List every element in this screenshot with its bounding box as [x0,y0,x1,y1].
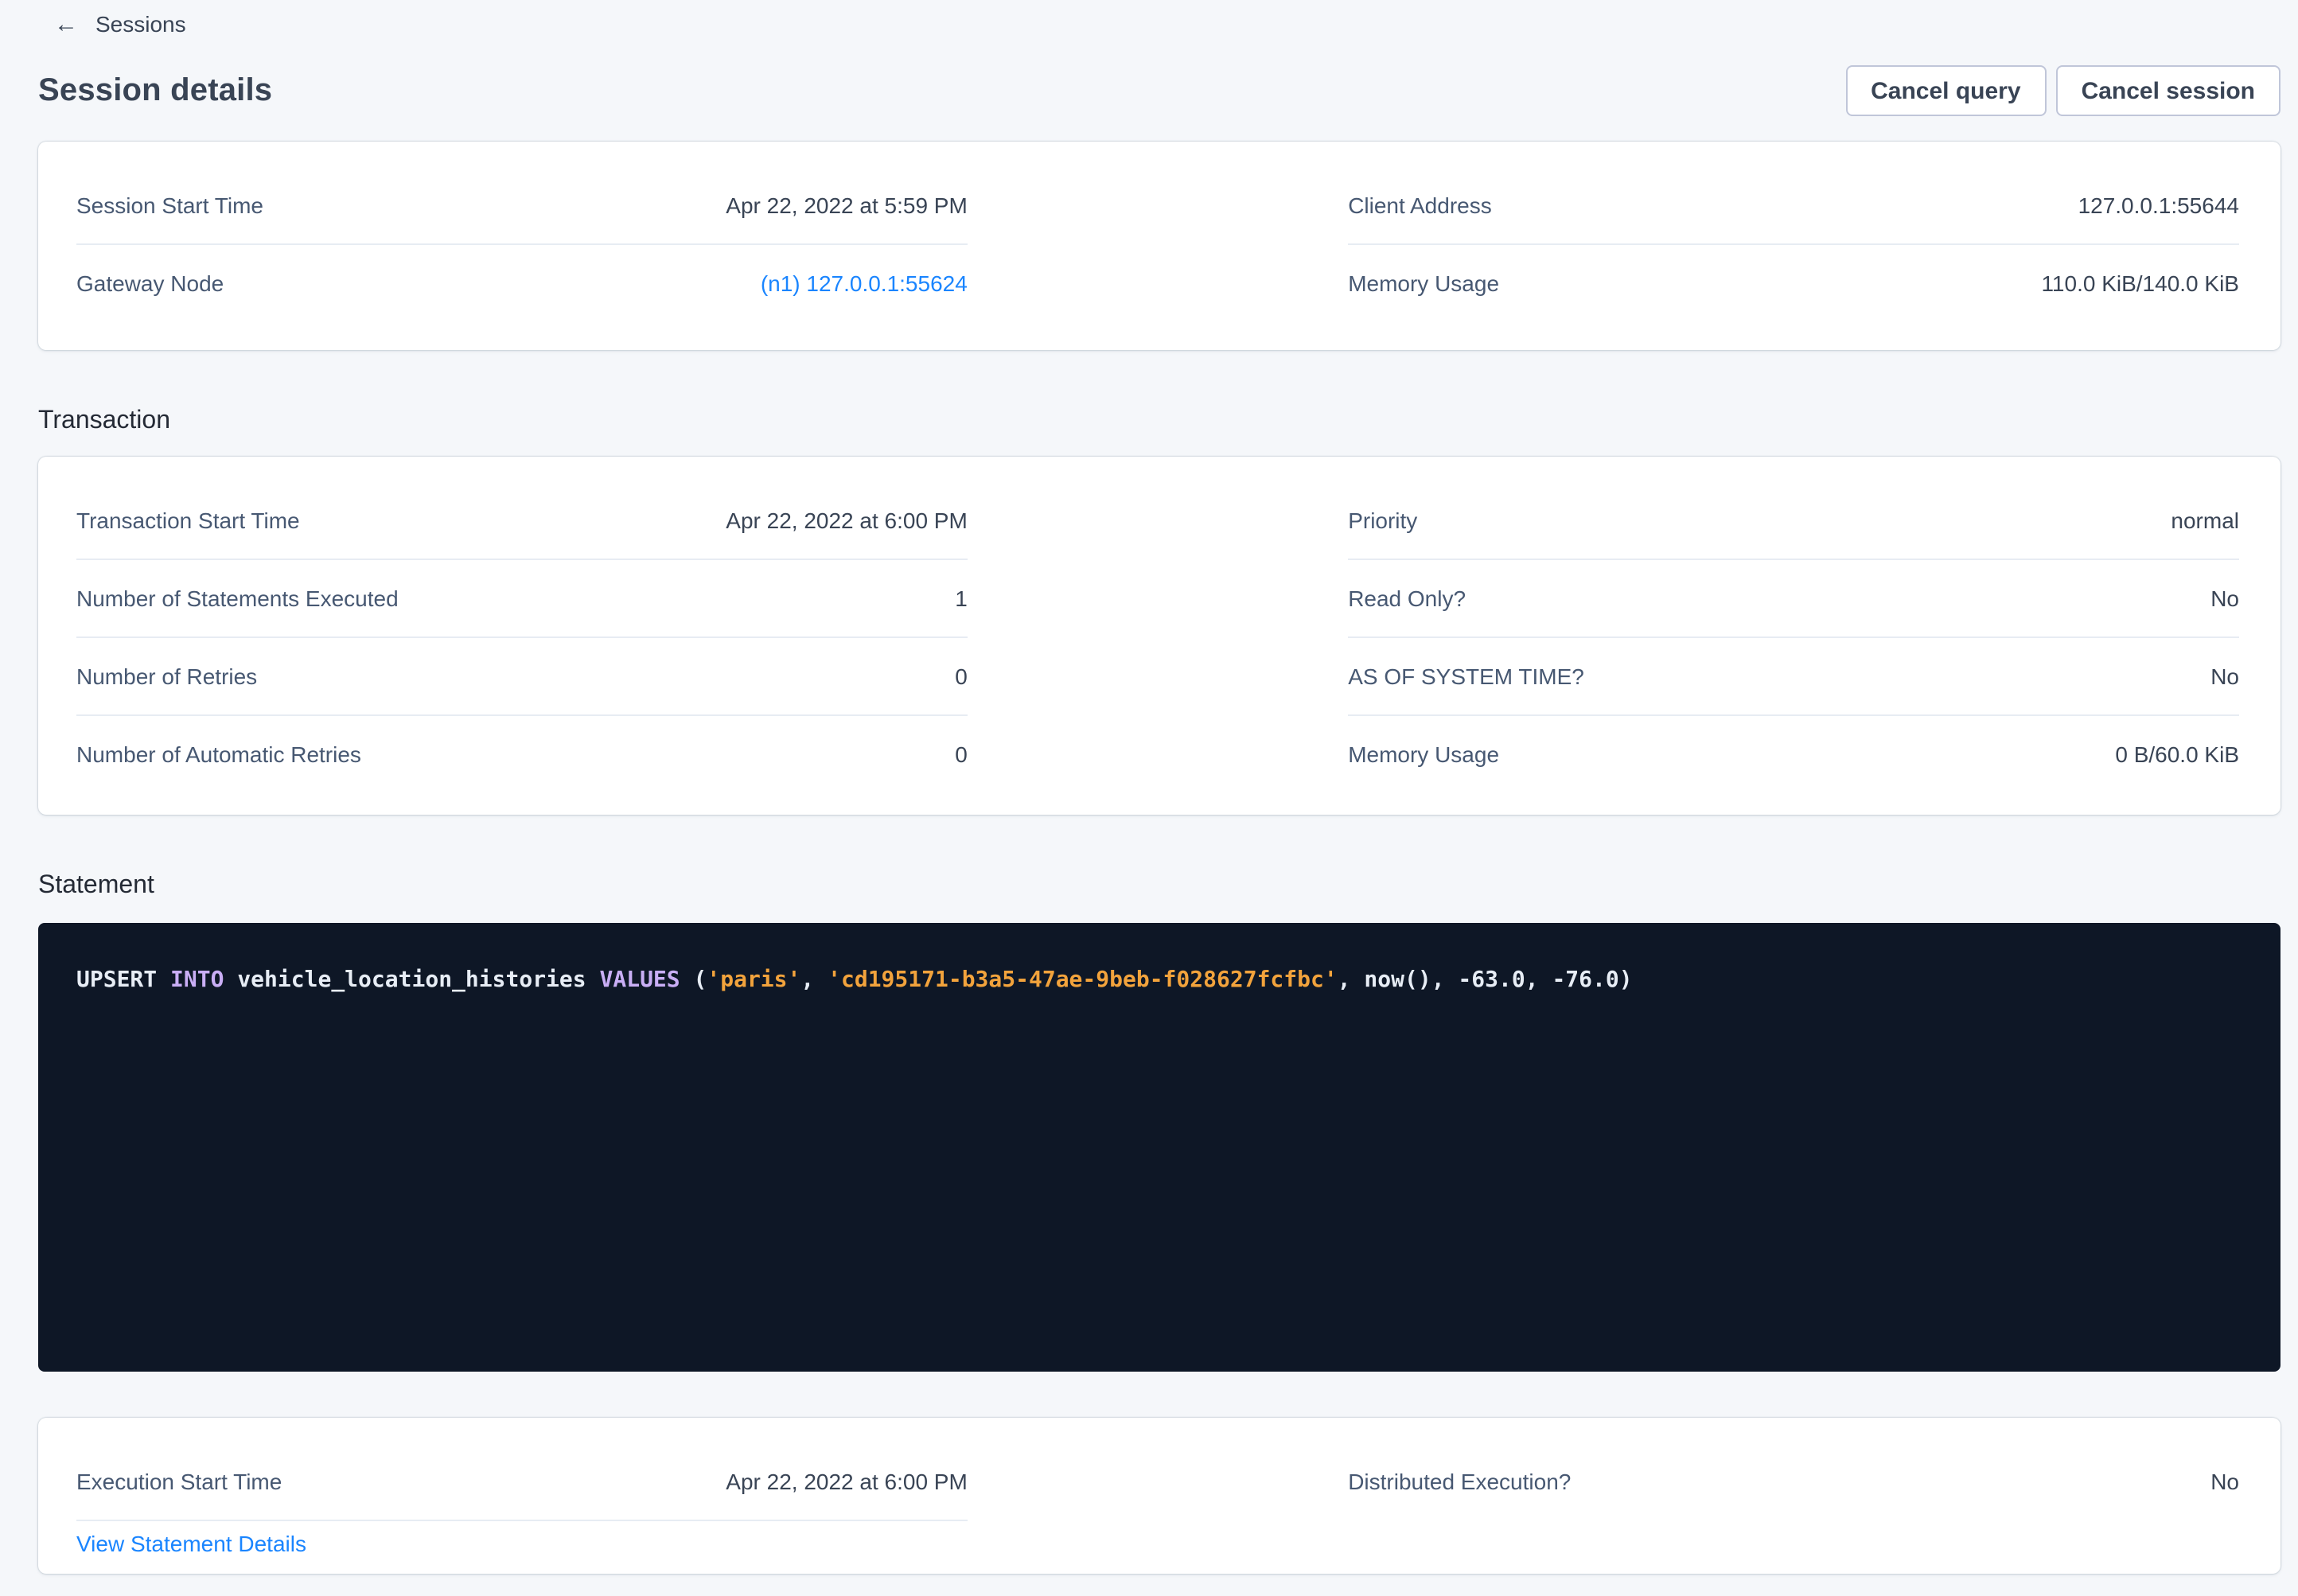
row-label: Session Start Time [76,193,263,218]
divider [76,1520,968,1521]
execution-card-right-column: Distributed Execution? No [1348,1443,2239,1574]
breadcrumb[interactable]: ← Sessions [54,11,186,37]
row-value: 0 B/60.0 KiB [2115,742,2239,767]
summary-row: Number of Automatic Retries 0 [76,716,968,792]
transaction-card-left-column: Transaction Start Time Apr 22, 2022 at 6:… [76,482,968,815]
sql-token: , [800,967,828,993]
row-label: Priority [1348,508,1417,533]
summary-row: Memory Usage 0 B/60.0 KiB [1348,716,2239,792]
row-value: Apr 22, 2022 at 5:59 PM [726,193,968,218]
summary-row: Execution Start Time Apr 22, 2022 at 6:00… [76,1443,968,1520]
row-label: Number of Automatic Retries [76,742,361,767]
header-actions: Cancel query Cancel session [1845,65,2280,116]
sql-token: VALUES [600,967,680,993]
summary-row: Distributed Execution? No [1348,1443,2239,1520]
summary-row: Priority normal [1348,482,2239,559]
execution-card-left-column: Execution Start Time Apr 22, 2022 at 6:00… [76,1443,968,1574]
row-value: 127.0.0.1:55644 [2078,193,2239,218]
session-summary-card: Session Start Time Apr 22, 2022 at 5:59 P… [38,142,2280,350]
row-value: Apr 22, 2022 at 6:00 PM [726,508,968,533]
row-value: 0 [955,742,968,767]
row-value: 0 [955,664,968,689]
summary-row: Number of Retries 0 [76,638,968,714]
back-arrow-icon: ← [54,12,78,36]
row-value: Apr 22, 2022 at 6:00 PM [726,1469,968,1494]
row-value: normal [2171,508,2239,533]
summary-row: Read Only? No [1348,560,2239,636]
sql-token: UPSERT [76,967,170,993]
row-label: Memory Usage [1348,742,1499,767]
sql-token: INTO [170,967,224,993]
row-value: No [2210,586,2239,611]
row-value: 110.0 KiB/140.0 KiB [2041,271,2239,296]
sql-token: 'cd195171-b3a5-47ae-9beb-f028627fcfbc' [828,967,1338,993]
summary-row: Number of Statements Executed 1 [76,560,968,636]
view-statement-details-link[interactable]: View Statement Details [76,1531,306,1556]
breadcrumb-sessions-label: Sessions [95,11,186,37]
session-card-left-column: Session Start Time Apr 22, 2022 at 5:59 P… [76,167,968,350]
sql-statement-box: UPSERT INTO vehicle_location_histories V… [38,923,2280,1372]
transaction-card: Transaction Start Time Apr 22, 2022 at 6:… [38,457,2280,815]
summary-row: Gateway Node (n1) 127.0.0.1:55624 [76,245,968,321]
cancel-query-button[interactable]: Cancel query [1845,65,2046,116]
row-value: No [2210,664,2239,689]
row-label: Transaction Start Time [76,508,300,533]
statement-heading: Statement [38,872,154,901]
row-label: Gateway Node [76,271,224,296]
sql-token: , now(), -63.0, -76.0) [1338,967,1633,993]
summary-row: Session Start Time Apr 22, 2022 at 5:59 P… [76,167,968,243]
transaction-heading: Transaction [38,407,170,436]
row-label: Client Address [1348,193,1492,218]
gateway-node-link[interactable]: (n1) 127.0.0.1:55624 [761,271,968,296]
session-details-page: ← Sessions Session details Cancel query … [0,0,2298,1596]
summary-row: AS OF SYSTEM TIME? No [1348,638,2239,714]
execution-card: Execution Start Time Apr 22, 2022 at 6:00… [38,1418,2280,1574]
row-label: Number of Retries [76,664,257,689]
cancel-session-button[interactable]: Cancel session [2056,65,2280,116]
row-label: Memory Usage [1348,271,1499,296]
row-label: Execution Start Time [76,1469,282,1494]
sql-token: vehicle_location_histories [224,967,599,993]
page-title: Session details [38,72,272,109]
page-header: Session details Cancel query Cancel sess… [38,64,2280,118]
row-value: No [2210,1469,2239,1494]
row-label: AS OF SYSTEM TIME? [1348,664,1584,689]
sql-token: ( [680,967,707,993]
summary-row: Transaction Start Time Apr 22, 2022 at 6:… [76,482,968,559]
session-card-right-column: Client Address 127.0.0.1:55644 Memory Usag… [1348,167,2239,350]
sql-token: 'paris' [707,967,800,993]
row-label: Distributed Execution? [1348,1469,1571,1494]
summary-row: Client Address 127.0.0.1:55644 [1348,167,2239,243]
row-label: Number of Statements Executed [76,586,399,611]
row-value: 1 [955,586,968,611]
sql-statement: UPSERT INTO vehicle_location_histories V… [76,967,1633,993]
summary-row: Memory Usage 110.0 KiB/140.0 KiB [1348,245,2239,321]
row-label: Read Only? [1348,586,1466,611]
transaction-card-right-column: PrioritynormalRead Only?NoAS OF SYSTEM T… [1348,482,2239,815]
